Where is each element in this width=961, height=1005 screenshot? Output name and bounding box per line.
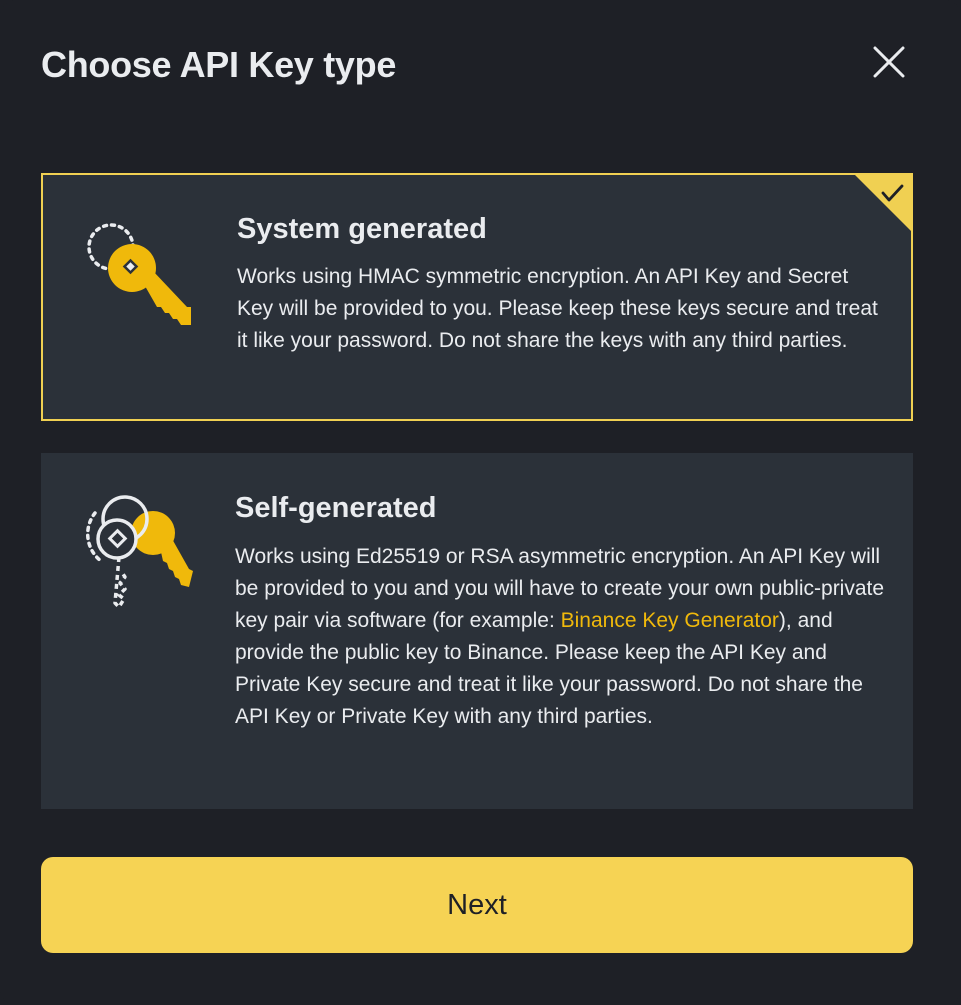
api-key-type-dialog: Choose API Key type System generated Wor…	[0, 0, 961, 1005]
close-button[interactable]	[867, 40, 911, 84]
option-heading: System generated	[237, 213, 487, 245]
option-system-generated[interactable]: System generated Works using HMAC symmet…	[41, 173, 913, 421]
option-description: Works using HMAC symmetric encryption. A…	[237, 265, 878, 352]
selected-check-icon	[853, 173, 913, 233]
dialog-title: Choose API Key type	[41, 44, 397, 85]
next-button[interactable]: Next	[41, 857, 913, 953]
close-icon	[873, 46, 905, 78]
binance-key-generator-link[interactable]: Binance Key Generator	[561, 609, 779, 632]
option-description: Works using Ed25519 or RSA asymmetric en…	[235, 541, 885, 733]
option-heading: Self-generated	[235, 492, 437, 524]
option-self-generated[interactable]: Self-generated Works using Ed25519 or RS…	[41, 453, 913, 809]
key-icon	[87, 223, 191, 325]
key-pair-icon	[85, 495, 193, 609]
